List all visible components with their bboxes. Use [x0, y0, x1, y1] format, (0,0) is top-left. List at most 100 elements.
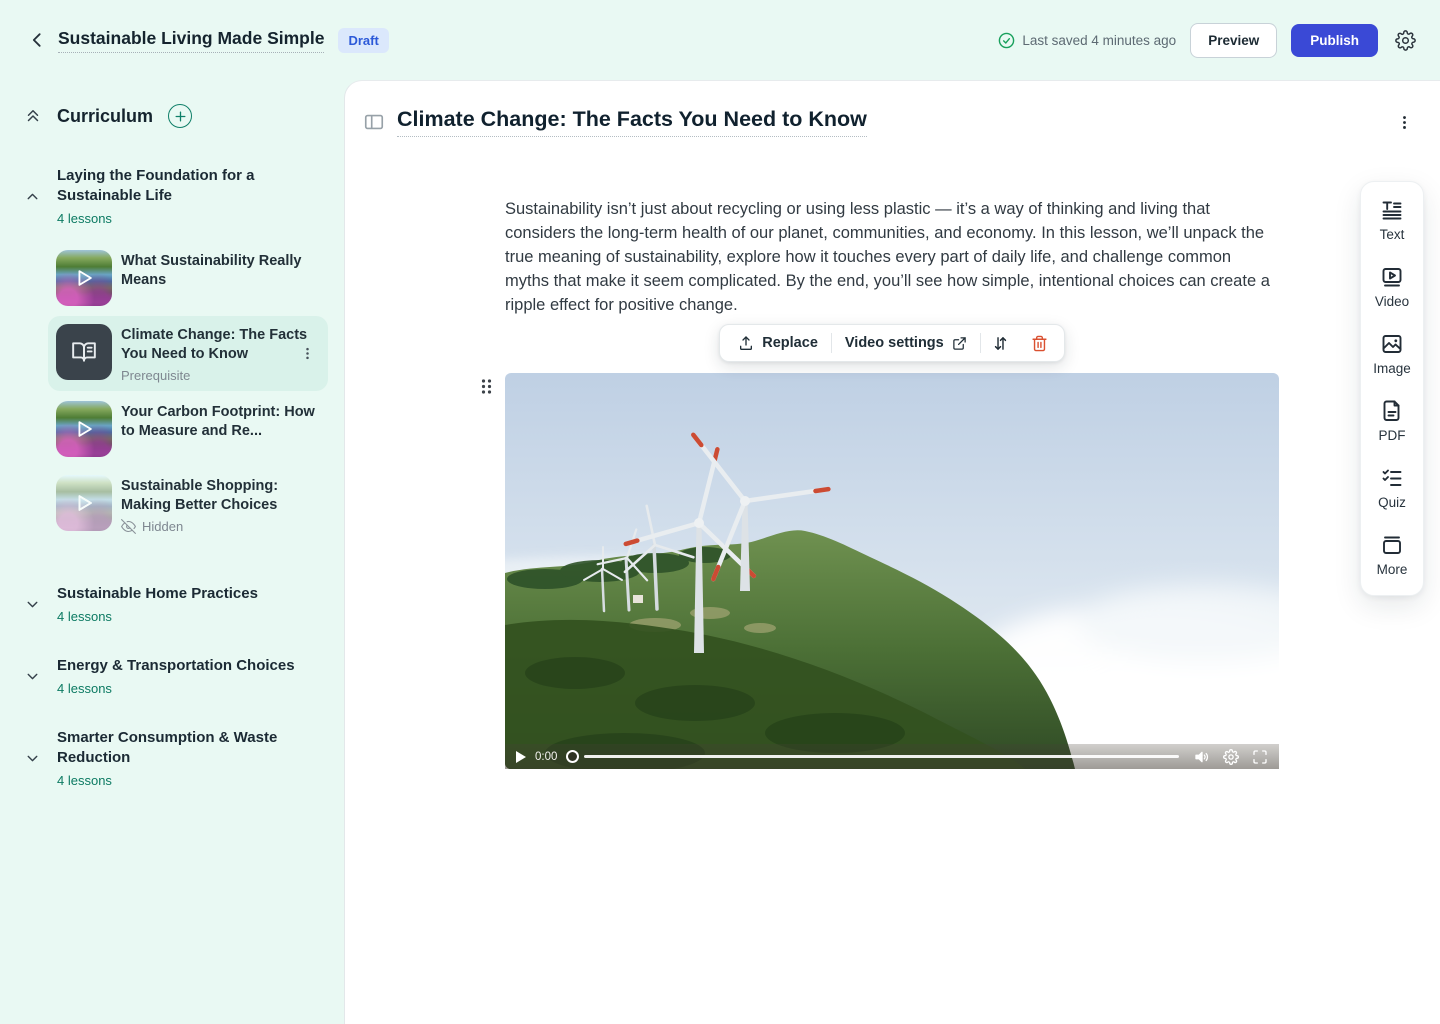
- tool-label: Quiz: [1378, 495, 1406, 510]
- lesson-item-carbon-footprint[interactable]: Your Carbon Footprint: How to Measure an…: [48, 393, 328, 465]
- section-title: Sustainable Home Practices: [57, 584, 258, 604]
- lesson-header: Climate Change: The Facts You Need to Kn…: [345, 81, 1440, 137]
- palette-tool-video[interactable]: Video: [1375, 265, 1409, 309]
- lesson-item-sustainable-shopping[interactable]: Sustainable Shopping: Making Better Choi…: [48, 467, 328, 542]
- replace-video-button[interactable]: Replace: [725, 325, 831, 361]
- last-saved-text: Last saved 4 minutes ago: [1022, 33, 1176, 48]
- lesson-reading-thumbnail: [56, 324, 112, 380]
- section-lesson-count: 4 lessons: [57, 681, 295, 696]
- sidebar-section-smarter-consumption[interactable]: Smarter Consumption & Waste Reduction 4 …: [0, 728, 344, 788]
- fullscreen-button[interactable]: [1252, 749, 1268, 765]
- tool-label: Video: [1375, 294, 1409, 309]
- lesson-prerequisite-label: Prerequisite: [121, 368, 317, 383]
- tool-label: PDF: [1379, 428, 1406, 443]
- video-timestamp: 0:00: [535, 751, 557, 763]
- intro-paragraph[interactable]: Sustainability isn’t just about recyclin…: [505, 197, 1279, 317]
- sidebar-section-laying-the-foundation[interactable]: Laying the Foundation for a Sustainable …: [0, 166, 344, 226]
- plus-icon: [174, 110, 187, 123]
- eye-off-icon: [121, 519, 136, 534]
- delete-block-button[interactable]: [1020, 325, 1059, 361]
- play-icon: [516, 751, 526, 763]
- video-icon: [1380, 265, 1404, 289]
- lesson-title: Sustainable Shopping: Making Better Choi…: [121, 477, 317, 515]
- collapse-all-button[interactable]: [24, 107, 42, 125]
- publish-button[interactable]: Publish: [1291, 24, 1378, 57]
- lesson-video-thumbnail: [56, 475, 112, 531]
- video-player[interactable]: [505, 373, 1279, 769]
- video-controls: 0:00: [505, 744, 1279, 769]
- more-icon: [1380, 533, 1404, 557]
- lesson-list: What Sustainability Really Means Climate…: [48, 242, 328, 542]
- settings-gear-button[interactable]: [1392, 27, 1418, 53]
- toggle-sidebar-icon[interactable]: [363, 111, 385, 133]
- player-gear-icon: [1223, 749, 1239, 765]
- lesson-page-title[interactable]: Climate Change: The Facts You Need to Kn…: [397, 107, 867, 137]
- kebab-icon: [1396, 114, 1413, 131]
- play-icon: [73, 418, 95, 440]
- wind-turbines-video-still: [505, 373, 1279, 769]
- image-icon: [1380, 332, 1404, 356]
- gear-icon: [1395, 30, 1416, 51]
- upload-icon: [738, 335, 754, 351]
- save-status: Last saved 4 minutes ago: [998, 32, 1176, 49]
- video-block-toolbar: Replace Video settings: [719, 324, 1064, 362]
- drag-handle-icon[interactable]: [480, 378, 493, 395]
- check-circle-icon: [998, 32, 1015, 49]
- sidebar-section-home-practices[interactable]: Sustainable Home Practices 4 lessons: [0, 584, 344, 624]
- volume-icon: [1194, 749, 1210, 765]
- section-title: Energy & Transportation Choices: [57, 656, 295, 676]
- play-button[interactable]: [516, 751, 526, 763]
- palette-tool-quiz[interactable]: Quiz: [1378, 466, 1406, 510]
- video-block[interactable]: 0:00: [505, 373, 1279, 769]
- status-badge: Draft: [338, 28, 388, 53]
- up-down-arrows-icon: [992, 335, 1009, 352]
- seek-handle[interactable]: [566, 750, 579, 763]
- sidebar-section-energy-transportation[interactable]: Energy & Transportation Choices 4 lesson…: [0, 656, 344, 696]
- volume-button[interactable]: [1194, 749, 1210, 765]
- section-lesson-count: 4 lessons: [57, 609, 258, 624]
- tool-label: Text: [1380, 227, 1405, 242]
- seek-bar[interactable]: [584, 755, 1179, 758]
- top-header: Sustainable Living Made Simple Draft Las…: [0, 0, 1440, 80]
- chevron-left-icon: [28, 30, 48, 50]
- move-block-button[interactable]: [981, 325, 1020, 361]
- lesson-video-thumbnail: [56, 401, 112, 457]
- curriculum-title: Curriculum: [57, 106, 153, 127]
- lesson-editor-panel: Climate Change: The Facts You Need to Kn…: [344, 80, 1440, 1024]
- section-lesson-count: 4 lessons: [57, 773, 297, 788]
- lesson-item-what-sustainability[interactable]: What Sustainability Really Means: [48, 242, 328, 314]
- palette-tool-text[interactable]: Text: [1380, 198, 1405, 242]
- fullscreen-icon: [1252, 749, 1268, 765]
- chevron-up-icon: [24, 188, 41, 205]
- curriculum-sidebar: Curriculum Laying the Foundation for a S…: [0, 80, 344, 1024]
- palette-tool-pdf[interactable]: PDF: [1379, 399, 1406, 443]
- course-builder-app: Sustainable Living Made Simple Draft Las…: [0, 0, 1440, 1024]
- course-title[interactable]: Sustainable Living Made Simple: [58, 28, 324, 53]
- pdf-icon: [1380, 399, 1404, 423]
- lesson-content: Sustainability isn’t just about recyclin…: [505, 197, 1279, 769]
- palette-tool-more[interactable]: More: [1377, 533, 1408, 577]
- lesson-options-button[interactable]: [298, 345, 316, 363]
- chevron-down-icon: [24, 668, 41, 685]
- add-section-button[interactable]: [168, 104, 192, 128]
- lesson-hidden-label: Hidden: [121, 519, 317, 534]
- chevron-down-icon: [24, 750, 41, 767]
- lesson-options-button[interactable]: [1394, 112, 1414, 132]
- lesson-video-thumbnail: [56, 250, 112, 306]
- play-icon: [73, 267, 95, 289]
- section-lesson-count: 4 lessons: [57, 211, 297, 226]
- double-chevron-up-icon: [24, 107, 42, 125]
- quiz-icon: [1380, 466, 1404, 490]
- external-link-icon: [952, 336, 967, 351]
- tool-label: Image: [1373, 361, 1411, 376]
- video-settings-button[interactable]: Video settings: [832, 325, 980, 361]
- preview-button[interactable]: Preview: [1190, 23, 1277, 58]
- curriculum-header: Curriculum: [24, 102, 328, 130]
- player-settings-button[interactable]: [1223, 749, 1239, 765]
- trash-icon: [1031, 335, 1048, 352]
- lesson-item-climate-change[interactable]: Climate Change: The Facts You Need to Kn…: [48, 316, 328, 391]
- play-icon: [73, 492, 95, 514]
- back-button[interactable]: [24, 26, 52, 54]
- lesson-title: Your Carbon Footprint: How to Measure an…: [121, 403, 317, 441]
- palette-tool-image[interactable]: Image: [1373, 332, 1411, 376]
